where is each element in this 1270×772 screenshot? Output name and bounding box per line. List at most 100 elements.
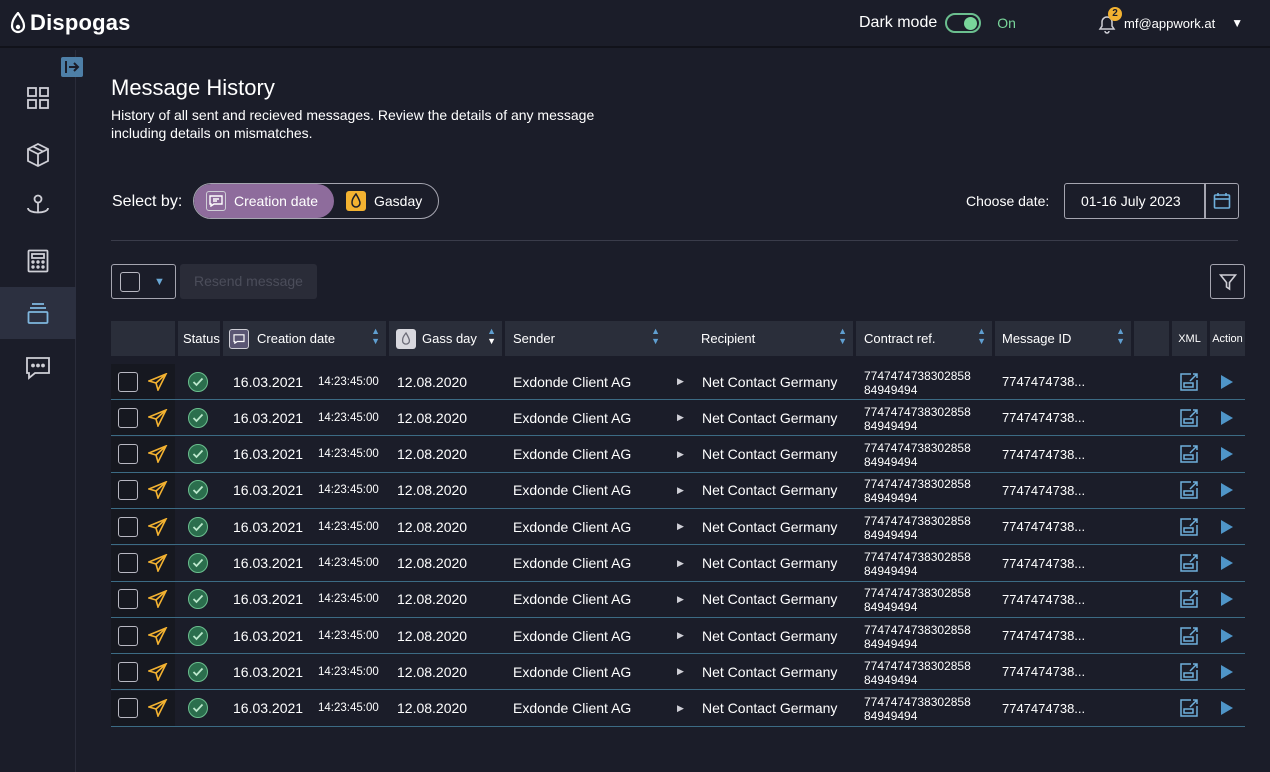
table-row[interactable]: 16.03.2021 14:23:45:00 12.08.2020 Exdond… [111,545,1245,582]
dark-mode-toggle[interactable] [945,13,982,33]
gas-day: 12.08.2020 [397,373,468,390]
xml-button[interactable] [1179,582,1199,617]
table-row[interactable]: 16.03.2021 14:23:45:00 12.08.2020 Exdond… [111,364,1245,400]
table-row[interactable]: 16.03.2021 14:23:45:00 12.08.2020 Exdond… [111,618,1245,655]
play-button[interactable] [1220,691,1234,726]
xml-button[interactable] [1179,546,1199,581]
arrow-right-icon: ▶ [677,521,684,532]
header-gas-day[interactable]: Gass day ▲ ▼ [389,321,502,356]
user-menu[interactable]: 2 mf@appwork.at ▼ [1098,7,1243,36]
contract-ref-value: 7747474738302858 84949494 [864,693,971,723]
arrow-right-icon: ▶ [677,702,684,713]
row-checkbox[interactable] [118,480,138,501]
sort-arrows-icon[interactable]: ▲ ▼ [977,326,986,346]
contract-ref: 7747474738302858 84949494 [864,691,971,726]
row-checkbox[interactable] [118,407,138,428]
recipient: Net Contact Germany [702,482,838,499]
contract-ref-line-1: 7747474738302858 [864,695,971,710]
sender: Exdonde Client AG [513,591,632,608]
table-row[interactable]: 16.03.2021 14:23:45:00 12.08.2020 Exdond… [111,400,1245,437]
xml-export-icon [1180,481,1198,500]
calendar-button[interactable] [1204,183,1239,219]
option-creation-date[interactable]: Creation date [194,184,334,218]
xml-button[interactable] [1179,691,1199,726]
notifications-button[interactable]: 2 [1098,7,1122,36]
row-checkbox[interactable] [118,661,138,682]
sort-arrows-icon[interactable]: ▲ ▼ [487,326,496,346]
filter-button[interactable] [1210,264,1245,299]
xml-button[interactable] [1179,364,1199,399]
gas-day: 12.08.2020 [397,446,468,463]
play-button[interactable] [1220,509,1234,544]
resend-message-button[interactable]: Resend message [180,264,317,299]
table-row[interactable]: 16.03.2021 14:23:45:00 12.08.2020 Exdond… [111,472,1245,509]
xml-button[interactable] [1179,400,1199,435]
sender: Exdonde Client AG [513,627,632,644]
contract-ref: 7747474738302858 84949494 [864,546,971,581]
flame-icon [396,328,416,349]
xml-button[interactable] [1179,473,1199,508]
sort-arrows-icon[interactable]: ▲ ▼ [371,326,380,346]
row-checkbox[interactable] [118,516,138,537]
app-logo[interactable]: Dispogas [10,10,131,36]
row-checkbox[interactable] [118,589,138,610]
sidebar-item-products[interactable] [0,129,76,181]
play-button[interactable] [1220,582,1234,617]
message-id: 7747474738... [1002,591,1086,607]
sidebar-item-message-history[interactable] [0,287,76,339]
table-row[interactable]: 16.03.2021 14:23:45:00 12.08.2020 Exdond… [111,509,1245,546]
table-row[interactable]: 16.03.2021 14:23:45:00 12.08.2020 Exdond… [111,436,1245,473]
sidebar-item-dashboard[interactable] [0,72,76,124]
play-button[interactable] [1220,473,1234,508]
recipient: Net Contact Germany [702,373,838,390]
row-checkbox[interactable] [118,698,138,719]
sidebar-item-chat[interactable] [0,342,76,394]
play-button[interactable] [1220,400,1234,435]
sort-arrows-icon[interactable]: ▲ ▼ [1116,326,1125,346]
chevron-down-icon[interactable]: ▼ [154,276,165,288]
play-icon [1221,556,1233,570]
arrow-right-icon: ▶ [677,593,684,604]
xml-button[interactable] [1179,437,1199,472]
header-message-id[interactable]: Message ID ▲ ▼ [995,321,1131,356]
row-checkbox[interactable] [118,371,138,392]
play-icon [1221,483,1233,498]
xml-button[interactable] [1179,618,1199,653]
sort-arrows-icon[interactable]: ▲ ▼ [651,326,660,346]
play-button[interactable] [1220,364,1234,399]
play-button[interactable] [1220,618,1234,653]
dark-mode-control: Dark mode On [859,13,1016,33]
date-range-input[interactable]: 01-16 July 2023 [1064,183,1206,219]
row-checkbox[interactable] [118,625,138,646]
header-sender[interactable]: Sender ▲ ▼ Recipient ▲ ▼ [505,321,853,356]
select-all-checkbox[interactable] [120,271,140,292]
option-label: Gasday [374,193,423,209]
creation-time: 14:23:45:00 [318,375,379,388]
xml-button[interactable] [1179,654,1199,689]
row-checkbox[interactable] [118,553,138,573]
chevron-down-icon[interactable]: ▼ [1231,16,1243,30]
xml-button[interactable] [1179,509,1199,544]
option-gasday[interactable]: Gasday [334,184,422,218]
header-contract-ref[interactable]: Contract ref. ▲ ▼ [856,321,992,356]
play-button[interactable] [1220,546,1234,581]
contract-ref-value: 7747474738302858 84949494 [864,439,971,469]
creation-time: 14:23:45:00 [318,557,379,569]
table-row[interactable]: 16.03.2021 14:23:45:00 12.08.2020 Exdond… [111,581,1245,618]
table-row[interactable]: 16.03.2021 14:23:45:00 12.08.2020 Exdond… [111,654,1245,691]
sidebar-item-calculator[interactable] [0,235,76,287]
header-creation-date[interactable]: Creation date ▲ ▼ [223,321,386,356]
play-button[interactable] [1220,654,1234,689]
contract-ref-line-1: 7747474738302858 [864,622,971,637]
play-button[interactable] [1220,437,1234,472]
sidebar-collapse-button[interactable] [61,57,83,77]
creation-date: 16.03.2021 [233,373,304,390]
sidebar-item-locations[interactable] [0,180,76,232]
select-all-dropdown[interactable]: ▼ [111,264,176,299]
status-cell [188,473,208,508]
sort-arrows-icon[interactable]: ▲ ▼ [838,326,847,346]
contract-ref-line-2: 84949494 [864,636,918,651]
table-row[interactable]: 16.03.2021 14:23:45:00 12.08.2020 Exdond… [111,690,1245,727]
row-checkbox[interactable] [118,444,138,465]
creation-time: 14:23:45:00 [318,520,379,533]
